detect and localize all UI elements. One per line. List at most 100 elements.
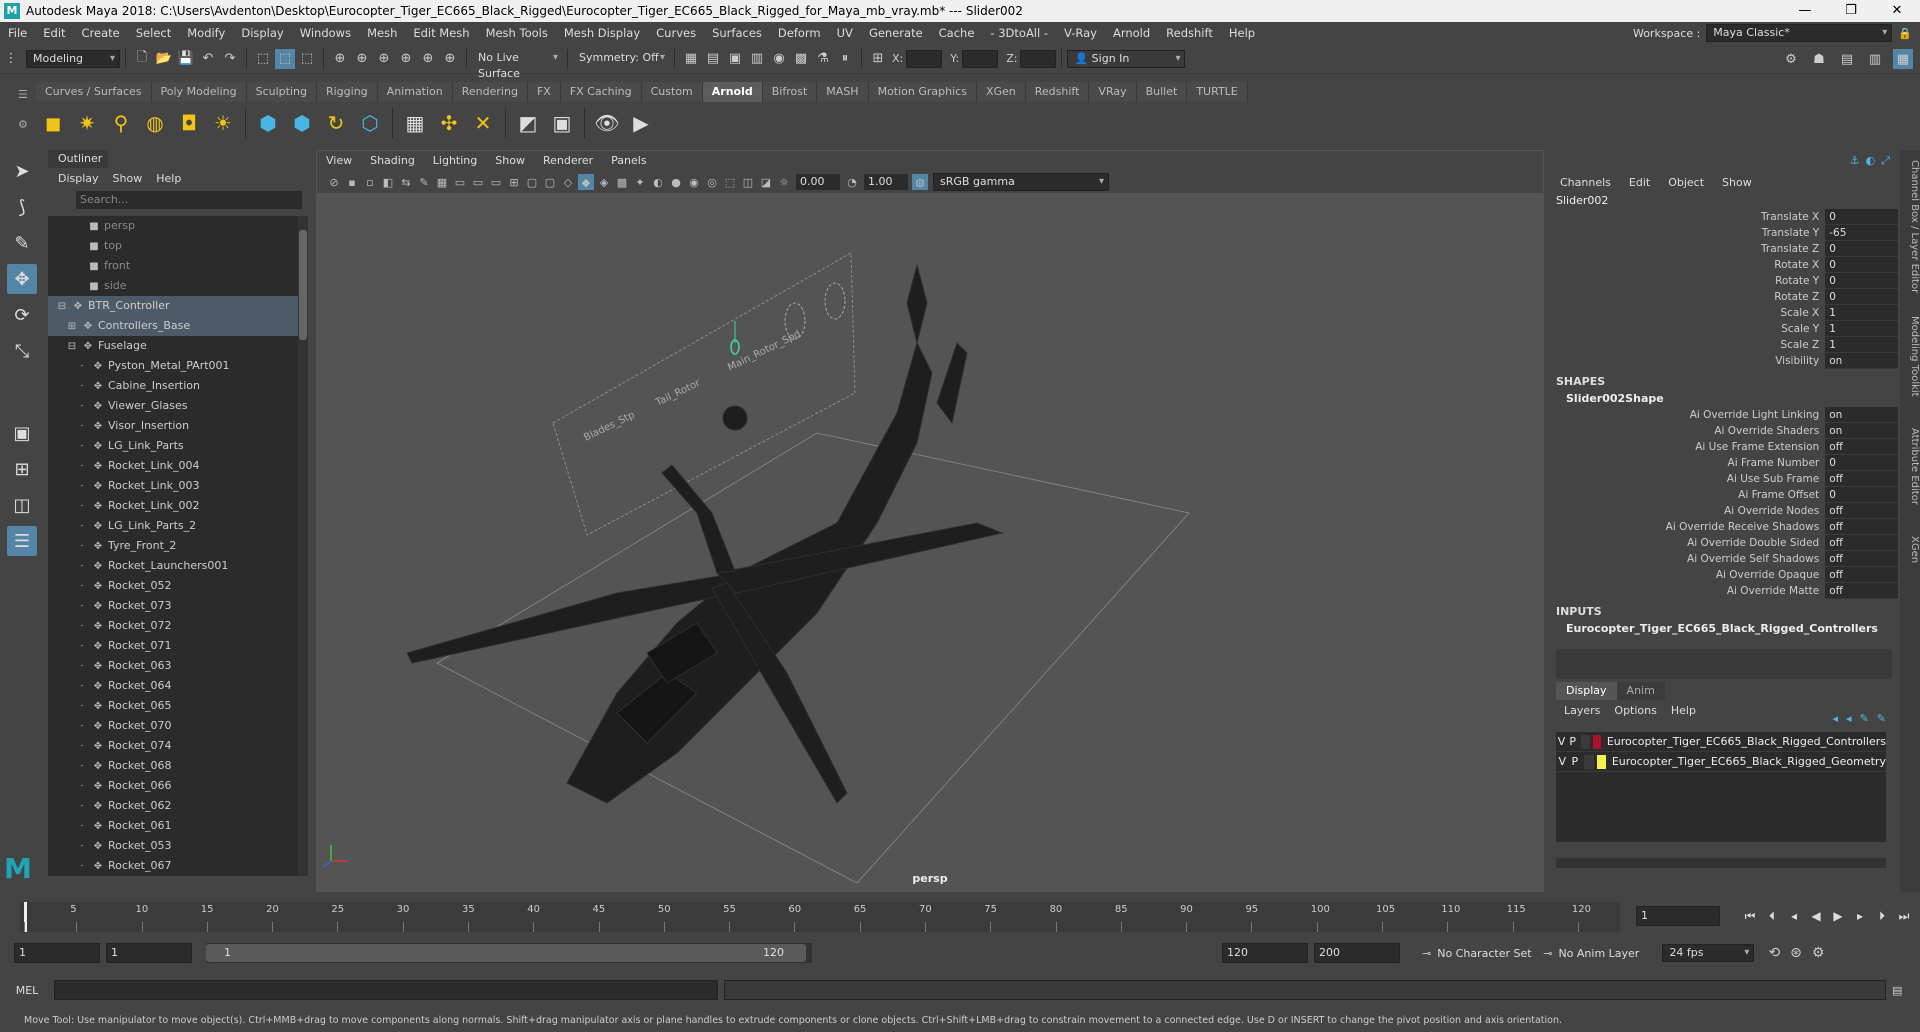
menu-generate[interactable]: Generate [861,22,931,44]
shelf-tab-custom[interactable]: Custom [641,82,703,102]
arnold-photometric-light-icon[interactable]: ⚲ [107,109,135,137]
channel-attr-label[interactable]: Translate Z [1550,241,1825,257]
step-forward-key-icon[interactable]: ⏵ [1874,909,1890,924]
outliner-row[interactable]: · ✥ LG_Link_Parts [48,436,298,456]
arnold-volume-icon[interactable]: ⬢ [288,109,316,137]
lights-icon[interactable]: ✦ [632,174,648,190]
arnold-render-icon[interactable]: ▶ [627,109,655,137]
arnold-curve-collector-icon[interactable]: ↻ [322,109,350,137]
shelf-tab-rigging[interactable]: Rigging [316,82,378,102]
shelf-tab-motion-graphics[interactable]: Motion Graphics [868,82,977,102]
snap-surface-icon[interactable]: ⊕ [418,49,438,69]
channel-attr-value[interactable]: off [1825,535,1898,551]
channel-attr-value[interactable]: on [1825,353,1898,369]
step-back-frame-icon[interactable]: ◂ [1786,909,1802,923]
layer-scrollbar[interactable] [1556,858,1886,868]
channel-attr-row[interactable]: Ai Frame Number 0 [1550,455,1898,471]
channel-attr-label[interactable]: Scale Y [1550,321,1825,337]
y-field[interactable] [962,49,999,68]
layer-name[interactable]: Eurocopter_Tiger_EC665_Black_Rigged_Cont… [1607,732,1886,751]
channel-attr-label[interactable]: Ai Override Self Shadows [1550,551,1825,567]
channel-attr-value[interactable]: 0 [1825,209,1898,225]
play-backward-icon[interactable]: ◀ [1808,909,1824,923]
channel-box-menu-edit[interactable]: Edit [1629,176,1650,189]
outliner-row[interactable]: · ✥ Rocket_052 [48,576,298,596]
character-controls-icon[interactable]: ☗ [1809,49,1829,69]
channel-box-pin-icon[interactable]: ⚓ [1850,154,1860,168]
hypershade-icon[interactable]: ◉ [769,49,789,69]
arnold-skydome-light-icon[interactable]: ◍ [141,109,169,137]
shelf-tab-bullet[interactable]: Bullet [1136,82,1188,102]
arnold-export-icon[interactable]: ⬡ [356,109,384,137]
snap-grid-icon[interactable]: ⊕ [330,49,350,69]
viewport-menu-shading[interactable]: Shading [361,151,424,171]
channel-attr-row[interactable]: Ai Use Sub Frame off [1550,471,1898,487]
channel-attr-value[interactable]: 0 [1825,241,1898,257]
outliner-row[interactable]: · ✥ Rocket_064 [48,676,298,696]
viewport-menu-renderer[interactable]: Renderer [534,151,602,171]
channel-attr-row[interactable]: Translate Z0 [1550,241,1898,257]
character-set-icon[interactable]: ⊸ [1422,947,1431,960]
camera-attributes-icon[interactable]: ▪ [344,174,360,190]
maximize-icon[interactable]: ❐ [1828,0,1874,22]
menu-v-ray[interactable]: V-Ray [1056,22,1105,44]
loop-icon[interactable]: ⟲ [1768,945,1780,961]
shelf-tab-mash[interactable]: MASH [817,82,869,102]
snap-view-icon[interactable]: ⊕ [396,49,416,69]
channel-attr-label[interactable]: Rotate X [1550,257,1825,273]
move-layer-up-icon[interactable]: ◂ [1833,712,1839,725]
step-back-key-icon[interactable]: ⏴ [1764,909,1780,924]
shelf-tab-rendering[interactable]: Rendering [452,82,528,102]
side-tab-attribute-editor[interactable]: Attribute Editor [1900,428,1920,505]
pause-icon[interactable]: ⏸ [835,49,855,69]
menu-redshift[interactable]: Redshift [1158,22,1221,44]
range-slider[interactable]: 1 120 [206,943,812,963]
select-tool-icon[interactable]: ➤ [7,156,37,186]
arnold-area-light-icon[interactable]: ◼ [39,109,67,137]
layer-row[interactable]: V P Eurocopter_Tiger_EC665_Black_Rigged_Ge… [1556,752,1886,772]
channel-attr-value[interactable]: off [1825,551,1898,567]
channel-attr-value[interactable]: off [1825,519,1898,535]
channel-attr-row[interactable]: Ai Override Matte off [1550,583,1898,599]
viewport-canvas[interactable]: Blades_Stp Tail_Rotor Main_Rotor_Spd per… [317,193,1543,891]
outliner-row[interactable]: ■ top [48,236,298,256]
outliner-row[interactable]: · ✥ Rocket_073 [48,596,298,616]
lasso-tool-icon[interactable]: ⟆ [7,192,37,222]
channel-attr-label[interactable]: Ai Frame Number [1550,455,1825,471]
image-plane-icon[interactable]: ◧ [380,174,396,190]
channel-attr-row[interactable]: Ai Use Frame Extension off [1550,439,1898,455]
layer-color-swatch[interactable] [1593,734,1601,749]
redo-icon[interactable]: ↷ [220,49,240,69]
channel-attr-value[interactable]: 1 [1825,321,1898,337]
smooth-shade-icon[interactable]: ◆ [578,174,594,190]
outliner-row[interactable]: · ✥ Visor_Insertion [48,416,298,436]
outliner-menu-help[interactable]: Help [156,172,181,185]
channel-attr-row[interactable]: Ai Override Nodes off [1550,503,1898,519]
outliner-scrollbar-thumb[interactable] [299,230,307,340]
channel-attr-row[interactable]: Ai Override Shaders on [1550,423,1898,439]
outliner-row[interactable]: · ✥ LG_Link_Parts_2 [48,516,298,536]
outliner-row[interactable]: · ✥ Rocket_068 [48,756,298,776]
channel-attr-row[interactable]: Ai Override Double Sided off [1550,535,1898,551]
outliner-row[interactable]: · ✥ Rocket_062 [48,796,298,816]
arnold-standin-icon[interactable]: ⬢ [254,109,282,137]
channel-attr-row[interactable]: Translate Y -65 [1550,225,1898,241]
outliner-row[interactable]: · ✥ Rocket_063 [48,656,298,676]
grease-pencil-icon[interactable]: ✎ [416,174,432,190]
layer-color-swatch[interactable] [1597,754,1606,769]
rotate-tool-icon[interactable]: ⟳ [7,300,37,330]
channel-attr-row[interactable]: Rotate Y0 [1550,273,1898,289]
outliner-layout-icon[interactable]: ☰ [7,526,37,556]
anti-aliasing-icon[interactable]: ◎ [704,174,720,190]
side-tab-modeling-toolkit[interactable]: Modeling Toolkit [1900,316,1920,397]
motion-blur-icon[interactable]: ◉ [686,174,702,190]
channel-attr-value[interactable]: 0 [1825,289,1898,305]
layer-tab-anim[interactable]: Anim [1616,682,1665,700]
layer-playback-toggle[interactable]: P [1569,752,1582,771]
menu-mesh-display[interactable]: Mesh Display [556,22,648,44]
channel-attr-label[interactable]: Ai Override Shaders [1550,423,1825,439]
film-gate-icon[interactable]: ▭ [452,174,468,190]
field-chart-icon[interactable]: ⊞ [506,174,522,190]
select-component-icon[interactable]: ⬚ [297,49,317,69]
menu-select[interactable]: Select [128,22,179,44]
